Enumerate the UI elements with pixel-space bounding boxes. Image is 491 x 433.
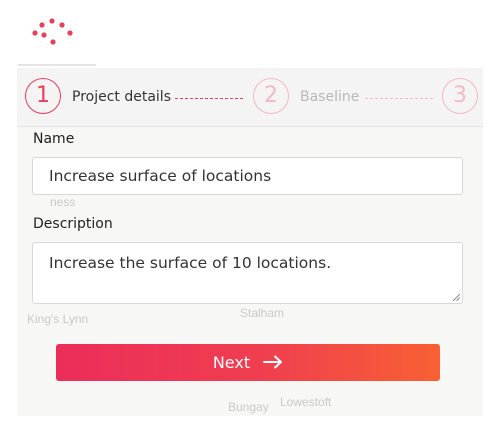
- step-2-label[interactable]: Baseline: [300, 88, 359, 106]
- map-place-label: King's Lynn: [27, 312, 89, 326]
- step-connector: [365, 98, 433, 99]
- wizard-panel: King's Lynn Stalham Bungay Lowestoft nes…: [17, 68, 483, 416]
- step-3-circle[interactable]: 3: [442, 78, 478, 114]
- loading-dots-icon: [32, 18, 73, 45]
- name-label: Name: [33, 131, 75, 147]
- description-textarea[interactable]: Increase the surface of 10 locations.: [32, 242, 463, 304]
- description-text: Increase the surface of 10 locations.: [49, 254, 332, 272]
- tab-underline: [18, 64, 96, 66]
- step-connector: [175, 98, 243, 99]
- next-button[interactable]: Next: [56, 344, 440, 381]
- step-1-label[interactable]: Project details: [72, 88, 171, 106]
- map-place-label: ness: [50, 195, 76, 209]
- description-label: Description: [33, 216, 113, 232]
- name-input[interactable]: Increase surface of locations: [32, 157, 463, 195]
- resize-handle-icon[interactable]: [452, 293, 460, 301]
- step-1-circle[interactable]: 1: [25, 78, 61, 114]
- arrow-right-icon: [263, 355, 283, 369]
- logo: [30, 16, 80, 48]
- step-2-circle[interactable]: 2: [253, 78, 289, 114]
- map-place-label: Bungay: [228, 400, 269, 414]
- map-place-label: Stalham: [240, 306, 285, 320]
- stepper: 1 Project details 2 Baseline 3: [17, 68, 483, 127]
- map-place-label: Lowestoft: [280, 395, 332, 409]
- next-button-label: Next: [212, 353, 251, 372]
